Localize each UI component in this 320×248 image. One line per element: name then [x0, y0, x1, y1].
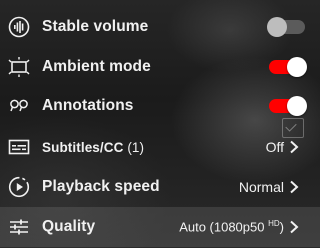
toggle-knob — [267, 17, 287, 37]
ambient-mode-icon — [8, 56, 30, 78]
menu-item-label: Quality — [42, 218, 96, 235]
settings-menu: Stable volume Ambient mode Annotations S… — [0, 0, 320, 248]
annotations-icon — [8, 95, 30, 117]
ambient-mode-toggle[interactable] — [269, 57, 307, 77]
annotations-toggle[interactable] — [269, 96, 307, 116]
menu-item-value: Normal — [238, 179, 284, 195]
menu-item-subtitles[interactable]: Subtitles/CC (1) Off — [0, 127, 320, 167]
toggle-knob — [287, 96, 307, 116]
toggle-knob — [287, 57, 307, 77]
chevron-right-icon — [290, 140, 299, 154]
menu-item-value: Auto (1080p50 HD) — [179, 219, 284, 234]
quality-value: Auto (1080p50 — [179, 219, 269, 235]
chevron-right-icon — [290, 180, 299, 194]
stable-volume-icon — [8, 16, 30, 38]
menu-item-annotations[interactable]: Annotations — [0, 86, 320, 126]
menu-item-label: Playback speed — [42, 178, 160, 195]
menu-item-label: Subtitles/CC (1) — [42, 140, 144, 155]
menu-item-playback-speed[interactable]: Playback speed Normal — [0, 167, 320, 207]
menu-item-label: Annotations — [42, 97, 134, 114]
menu-item-label: Ambient mode — [42, 58, 151, 75]
subtitles-track-count: (1) — [123, 139, 145, 155]
quality-value-suffix: ) — [279, 219, 284, 235]
subtitles-icon — [8, 136, 30, 158]
chevron-right-icon — [290, 220, 299, 234]
quality-icon — [8, 216, 30, 238]
menu-item-stable-volume[interactable]: Stable volume — [0, 7, 320, 47]
hd-badge: HD — [268, 219, 280, 229]
stable-volume-toggle[interactable] — [267, 17, 305, 37]
menu-item-ambient-mode[interactable]: Ambient mode — [0, 47, 320, 87]
playback-speed-icon — [8, 176, 30, 198]
menu-item-label: Stable volume — [42, 18, 149, 35]
menu-item-value: Off — [265, 139, 284, 155]
subtitles-label: Subtitles/CC — [42, 139, 124, 155]
menu-item-quality[interactable]: Quality Auto (1080p50 HD) — [0, 207, 320, 247]
